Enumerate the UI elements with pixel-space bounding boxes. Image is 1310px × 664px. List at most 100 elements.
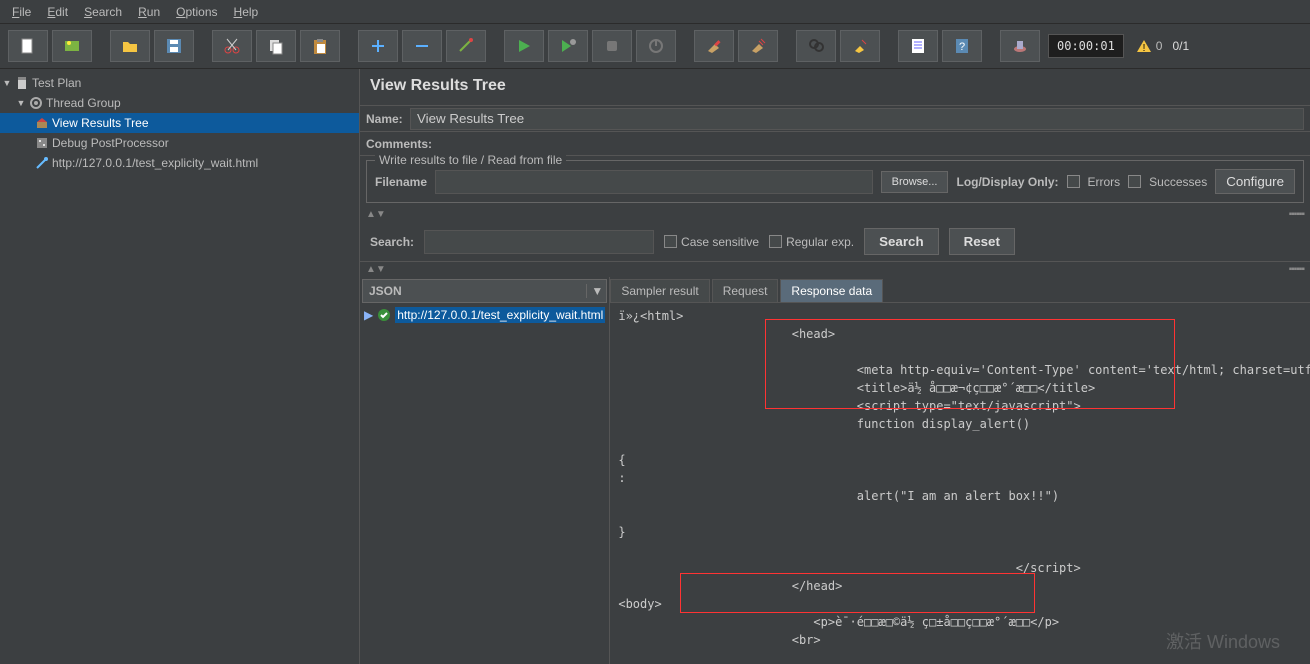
logdisplay-label: Log/Display Only: bbox=[956, 175, 1058, 189]
start-no-timers-button[interactable] bbox=[548, 30, 588, 62]
elapsed-timer: 00:00:01 bbox=[1048, 34, 1124, 58]
help-button[interactable]: ? bbox=[942, 30, 982, 62]
write-results-fieldset: Write results to file / Read from file F… bbox=[366, 160, 1304, 203]
sample-url: http://127.0.0.1/test_explicity_wait.htm… bbox=[395, 307, 605, 323]
tree-label: Test Plan bbox=[32, 76, 81, 90]
clear-all-button[interactable] bbox=[738, 30, 778, 62]
highlight-box bbox=[765, 319, 1175, 409]
stop-button[interactable] bbox=[592, 30, 632, 62]
tree-node-http-request[interactable]: http://127.0.0.1/test_explicity_wait.htm… bbox=[0, 153, 359, 173]
response-line: <p>è¯·é□□æ□©ä½ ç□±å□□ç□□æ°´æ□□</p> bbox=[618, 615, 1310, 633]
start-button[interactable] bbox=[504, 30, 544, 62]
response-line: { bbox=[618, 453, 1310, 471]
tree-node-thread-group[interactable]: ▼ Thread Group bbox=[0, 93, 359, 113]
dropdown-arrow-icon: ▼ bbox=[586, 284, 600, 298]
renderer-value: JSON bbox=[369, 284, 402, 298]
reset-button[interactable]: Reset bbox=[949, 228, 1015, 255]
search-button[interactable]: Search bbox=[864, 228, 938, 255]
response-line: : bbox=[618, 471, 1310, 489]
name-input[interactable] bbox=[410, 108, 1304, 130]
open-button[interactable] bbox=[110, 30, 150, 62]
toggle-button[interactable] bbox=[446, 30, 486, 62]
tab-response-data[interactable]: Response data bbox=[780, 279, 883, 302]
response-line: <br> bbox=[618, 633, 1310, 651]
element-panel: View Results Tree Name: Comments: Write … bbox=[360, 69, 1310, 664]
fieldset-legend: Write results to file / Read from file bbox=[375, 153, 566, 167]
name-label: Name: bbox=[360, 112, 410, 126]
regex-checkbox[interactable] bbox=[769, 235, 782, 248]
samples-panel: JSON ▼ ▶ http://127.0.0.1/test_explicity… bbox=[360, 277, 610, 664]
warnings-indicator[interactable]: ! 0 bbox=[1136, 38, 1163, 54]
case-sensitive-checkbox[interactable] bbox=[664, 235, 677, 248]
response-line bbox=[618, 435, 1310, 453]
expand-icon[interactable]: ▶ bbox=[364, 308, 373, 322]
testplan-icon bbox=[14, 75, 30, 91]
regex-label: Regular exp. bbox=[786, 235, 854, 249]
collapse-icon[interactable]: ▼ bbox=[16, 98, 26, 108]
svg-text:?: ? bbox=[959, 41, 965, 53]
clear-button[interactable] bbox=[694, 30, 734, 62]
filename-input[interactable] bbox=[435, 170, 873, 194]
errors-label: Errors bbox=[1088, 175, 1121, 189]
tree-label: Thread Group bbox=[46, 96, 121, 110]
highlight-box bbox=[680, 573, 1035, 613]
thread-count: 0/1 bbox=[1172, 39, 1189, 53]
renderer-dropdown[interactable]: JSON ▼ bbox=[362, 279, 607, 303]
save-button[interactable] bbox=[154, 30, 194, 62]
filename-label: Filename bbox=[375, 175, 427, 189]
menu-help[interactable]: Help bbox=[226, 2, 267, 22]
search-tree-button[interactable] bbox=[796, 30, 836, 62]
search-row: Search: Case sensitive Regular exp. Sear… bbox=[360, 222, 1310, 262]
menu-edit[interactable]: Edit bbox=[39, 2, 76, 22]
sample-row[interactable]: ▶ http://127.0.0.1/test_explicity_wait.h… bbox=[360, 305, 609, 325]
success-icon bbox=[377, 308, 391, 322]
successes-label: Successes bbox=[1149, 175, 1207, 189]
threadgroup-icon bbox=[28, 95, 44, 111]
tree-label: http://127.0.0.1/test_explicity_wait.htm… bbox=[52, 156, 258, 170]
svg-text:!: ! bbox=[1142, 43, 1145, 54]
tree-node-test-plan[interactable]: ▼ Test Plan bbox=[0, 73, 359, 93]
response-body[interactable]: ï»¿<html> <head> <meta http-equiv='Conte… bbox=[610, 303, 1310, 664]
tab-sampler-result[interactable]: Sampler result bbox=[610, 279, 709, 302]
copy-button[interactable] bbox=[256, 30, 296, 62]
browse-button[interactable]: Browse... bbox=[881, 171, 949, 193]
function-helper-button[interactable] bbox=[898, 30, 938, 62]
tab-request[interactable]: Request bbox=[712, 279, 779, 302]
result-tabs: Sampler result Request Response data ï»¿… bbox=[610, 277, 1310, 664]
tree-node-debug-postprocessor[interactable]: Debug PostProcessor bbox=[0, 133, 359, 153]
menu-options[interactable]: Options bbox=[168, 2, 225, 22]
response-line: alert("I am an alert box!!") bbox=[618, 489, 1310, 507]
expand-button[interactable] bbox=[358, 30, 398, 62]
errors-checkbox[interactable] bbox=[1067, 175, 1080, 188]
collapse-icon[interactable]: ▼ bbox=[2, 78, 12, 88]
paste-button[interactable] bbox=[300, 30, 340, 62]
collapse-button[interactable] bbox=[402, 30, 442, 62]
listener-icon bbox=[34, 115, 50, 131]
menu-file[interactable]: File bbox=[4, 2, 39, 22]
menu-search[interactable]: Search bbox=[76, 2, 130, 22]
sample-list[interactable]: ▶ http://127.0.0.1/test_explicity_wait.h… bbox=[360, 305, 609, 664]
search-label: Search: bbox=[370, 235, 414, 249]
cut-button[interactable] bbox=[212, 30, 252, 62]
test-plan-tree[interactable]: ▼ Test Plan ▼ Thread Group View Results … bbox=[0, 69, 360, 664]
shutdown-button[interactable] bbox=[636, 30, 676, 62]
postprocessor-icon bbox=[34, 135, 50, 151]
search-input[interactable] bbox=[424, 230, 654, 254]
heap-dump-button[interactable] bbox=[1000, 30, 1040, 62]
tree-label: View Results Tree bbox=[52, 116, 149, 130]
new-button[interactable] bbox=[8, 30, 48, 62]
successes-checkbox[interactable] bbox=[1128, 175, 1141, 188]
menu-run[interactable]: Run bbox=[130, 2, 168, 22]
response-line bbox=[618, 507, 1310, 525]
reset-search-button[interactable] bbox=[840, 30, 880, 62]
case-sensitive-label: Case sensitive bbox=[681, 235, 759, 249]
tree-node-view-results-tree[interactable]: View Results Tree bbox=[0, 113, 359, 133]
splitter-top[interactable]: ▲▼▪▪▪▪▪▪ bbox=[360, 207, 1310, 222]
splitter-mid[interactable]: ▲▼▪▪▪▪▪▪ bbox=[360, 262, 1310, 277]
response-line: } bbox=[618, 525, 1310, 543]
toolbar: ? 00:00:01 ! 0 0/1 bbox=[0, 24, 1310, 69]
templates-button[interactable] bbox=[52, 30, 92, 62]
response-line: function display_alert() bbox=[618, 417, 1310, 435]
menu-bar: File Edit Search Run Options Help bbox=[0, 0, 1310, 24]
configure-button[interactable]: Configure bbox=[1215, 169, 1295, 194]
